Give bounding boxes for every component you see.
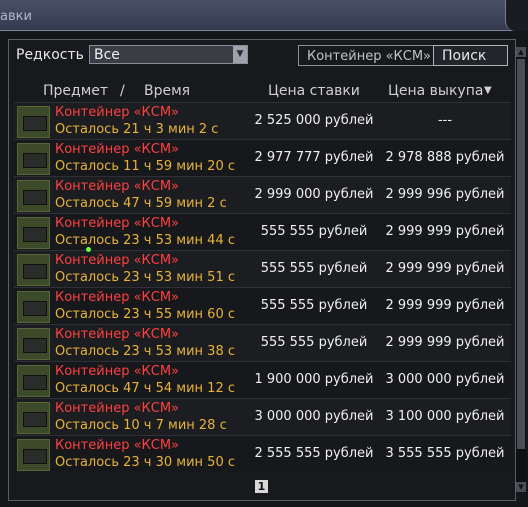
rarity-select[interactable]: Все ▼ xyxy=(89,45,248,64)
bid-price: 555 555 рублей xyxy=(260,261,368,276)
buyout-price: 3 000 000 рублей xyxy=(385,372,505,387)
item-name: Контейнер «КСМ» xyxy=(55,253,180,268)
container-icon[interactable] xyxy=(17,365,50,397)
auction-list: Контейнер «КСМ» Осталось 21 ч 3 мин 2 с 2 … xyxy=(14,102,511,472)
col-item-header[interactable]: Предмет xyxy=(43,83,108,99)
time-left: Осталось 47 ч 59 мин 2 с xyxy=(55,196,227,211)
bid-price: 3 000 000 рублей xyxy=(254,409,374,424)
scrollbar[interactable]: ▲ ▼ xyxy=(516,47,526,492)
buyout-price: 2 978 888 рублей xyxy=(385,150,505,165)
table-row[interactable]: Контейнер «КСМ» Осталось 11 ч 59 мин 20 с… xyxy=(14,139,511,176)
bid-price: 555 555 рублей xyxy=(260,224,368,239)
filter-row: Редкость Все ▼ Контейнер «КСМ» Поиск xyxy=(16,45,516,67)
container-icon[interactable] xyxy=(17,143,50,175)
chevron-down-icon[interactable]: ▼ xyxy=(233,46,247,63)
col-time-header[interactable]: Время xyxy=(144,83,190,99)
buyout-price: 2 999 999 рублей xyxy=(385,261,505,276)
container-icon[interactable] xyxy=(17,106,50,138)
bid-price: 555 555 рублей xyxy=(260,298,368,313)
item-name: Контейнер «КСМ» xyxy=(55,364,180,379)
sort-desc-icon[interactable]: ▼ xyxy=(484,85,492,96)
status-dot xyxy=(86,247,91,252)
item-name: Контейнер «КСМ» xyxy=(55,290,180,305)
search-input[interactable]: Контейнер «КСМ» xyxy=(298,45,446,66)
bid-price: 2 555 555 рублей xyxy=(254,446,374,461)
bid-price: 555 555 рублей xyxy=(260,335,368,350)
container-icon[interactable] xyxy=(17,291,50,323)
table-row[interactable]: Контейнер «КСМ» Осталось 47 ч 59 мин 2 с 2… xyxy=(14,176,511,213)
bid-price: 2 525 000 рублей xyxy=(254,113,374,128)
buyout-price: 3 555 555 рублей xyxy=(385,446,505,461)
table-row[interactable]: Контейнер «КСМ» Осталось 10 ч 7 мин 28 с 3… xyxy=(14,398,511,435)
rarity-label: Редкость xyxy=(16,47,84,63)
col-separator: / xyxy=(120,83,125,99)
bid-price: 2 977 777 рублей xyxy=(254,150,374,165)
item-name: Контейнер «КСМ» xyxy=(55,179,180,194)
time-left: Осталось 21 ч 3 мин 2 с xyxy=(55,122,219,137)
item-name: Контейнер «КСМ» xyxy=(55,216,180,231)
scrollbar-thumb[interactable] xyxy=(517,59,525,449)
table-row[interactable]: Контейнер «КСМ» Осталось 21 ч 3 мин 2 с 2 … xyxy=(14,102,511,139)
container-icon[interactable] xyxy=(17,328,50,360)
container-icon[interactable] xyxy=(17,217,50,249)
col-buyout-header[interactable]: Цена выкупа xyxy=(388,83,483,99)
time-left: Осталось 10 ч 7 мин 28 с xyxy=(55,418,227,433)
bid-price: 2 999 000 рублей xyxy=(254,187,374,202)
buyout-price: --- xyxy=(437,113,453,128)
window-titlebar: авки xyxy=(0,0,528,31)
bid-price: 1 900 000 рублей xyxy=(254,372,374,387)
table-row[interactable]: Контейнер «КСМ» Осталось 23 ч 53 мин 38 с… xyxy=(14,324,511,361)
time-left: Осталось 23 ч 30 мин 50 с xyxy=(55,455,235,470)
item-name: Контейнер «КСМ» xyxy=(55,438,180,453)
table-row[interactable]: Контейнер «КСМ» Осталось 23 ч 53 мин 44 с… xyxy=(14,213,511,250)
rarity-select-value: Все xyxy=(94,47,120,63)
time-left: Осталось 11 ч 59 мин 20 с xyxy=(55,159,235,174)
page-number[interactable]: 1 xyxy=(255,480,268,493)
titlebar-corner xyxy=(505,0,528,31)
window-title: авки xyxy=(0,9,32,24)
buyout-price: 2 999 996 рублей xyxy=(385,187,505,202)
scroll-up-icon[interactable]: ▲ xyxy=(516,47,526,57)
time-left: Осталось 23 ч 53 мин 51 с xyxy=(55,270,235,285)
table-row[interactable]: Контейнер «КСМ» Осталось 47 ч 54 мин 12 с… xyxy=(14,361,511,398)
search-button[interactable]: Поиск xyxy=(433,45,508,66)
time-left: Осталось 23 ч 53 мин 44 с xyxy=(55,233,235,248)
item-name: Контейнер «КСМ» xyxy=(55,401,180,416)
time-left: Осталось 23 ч 53 мин 38 с xyxy=(55,344,235,359)
table-row[interactable]: Контейнер «КСМ» Осталось 23 ч 55 мин 60 с… xyxy=(14,287,511,324)
container-icon[interactable] xyxy=(17,254,50,286)
buyout-price: 2 999 999 рублей xyxy=(385,298,505,313)
item-name: Контейнер «КСМ» xyxy=(55,142,180,157)
time-left: Осталось 23 ч 55 мин 60 с xyxy=(55,307,235,322)
container-icon[interactable] xyxy=(17,439,50,471)
item-name: Контейнер «КСМ» xyxy=(55,105,180,120)
scroll-down-icon[interactable]: ▼ xyxy=(516,482,526,492)
table-header: Предмет / Время Цена ставки Цена выкупа … xyxy=(14,80,511,102)
buyout-price: 2 999 999 рублей xyxy=(385,224,505,239)
container-icon[interactable] xyxy=(17,402,50,434)
table-row[interactable]: Контейнер «КСМ» Осталось 23 ч 30 мин 50 с… xyxy=(14,435,511,472)
table-row[interactable]: Контейнер «КСМ» Осталось 23 ч 53 мин 51 с… xyxy=(14,250,511,287)
container-icon[interactable] xyxy=(17,180,50,212)
time-left: Осталось 47 ч 54 мин 12 с xyxy=(55,381,235,396)
buyout-price: 3 100 000 рублей xyxy=(385,409,505,424)
buyout-price: 2 999 999 рублей xyxy=(385,335,505,350)
col-bid-header[interactable]: Цена ставки xyxy=(268,83,360,99)
item-name: Контейнер «КСМ» xyxy=(55,327,180,342)
